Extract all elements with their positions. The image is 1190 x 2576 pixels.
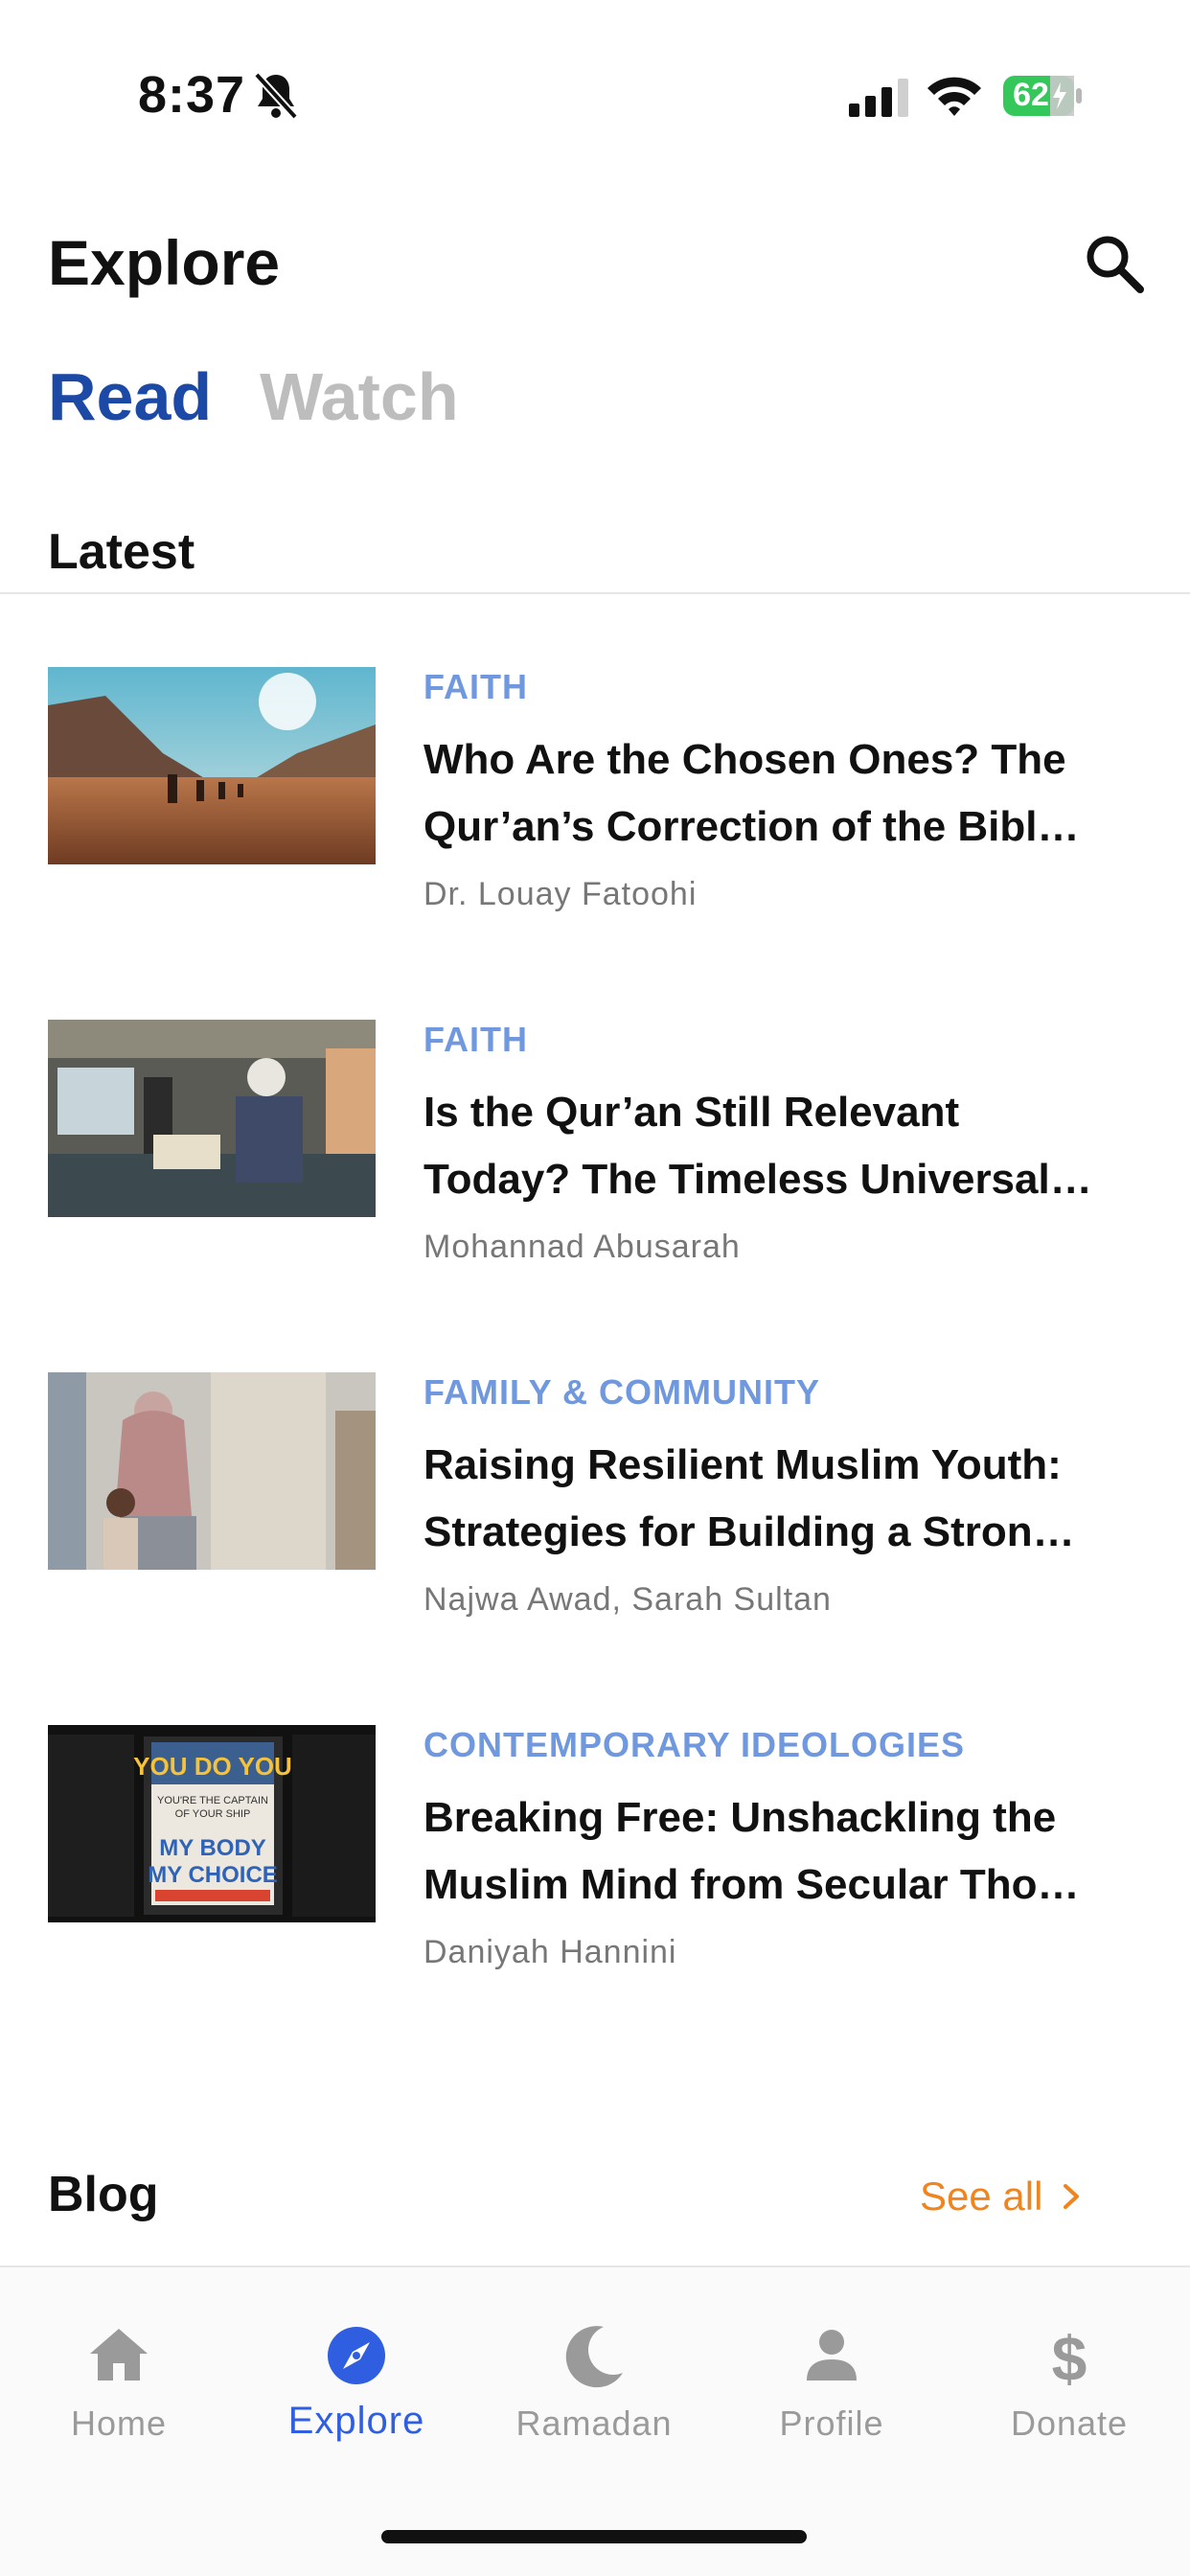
svg-text:$: $ (1052, 2323, 1087, 2390)
person-icon (807, 2330, 857, 2380)
battery-level: 62 (1013, 77, 1049, 113)
tab-read[interactable]: Read (48, 358, 212, 435)
poster-text-4: MY BODY (159, 1835, 266, 1861)
nav-ramadan[interactable]: Ramadan (475, 2321, 713, 2444)
search-icon[interactable] (1081, 230, 1148, 297)
chevron-right-icon (1064, 2184, 1080, 2209)
dollar-icon: $ (1052, 2323, 1087, 2390)
home-icon (90, 2329, 148, 2380)
article-thumbnail (48, 1372, 376, 1570)
poster-text-2: YOU'RE THE CAPTAIN (157, 1795, 268, 1806)
bell-muted-icon (254, 72, 298, 120)
article-item[interactable]: FAITH Is the Qur’an Still Relevant Today… (0, 1020, 1190, 1346)
article-author: Daniyah Hannini (423, 1934, 677, 1970)
article-title: Raising Resilient Muslim Youth: Strategi… (423, 1441, 1075, 1555)
article-title: Breaking Free: Unshackling the Muslim Mi… (423, 1794, 1080, 1908)
article-thumbnail (48, 667, 376, 864)
nav-home[interactable]: Home (0, 2321, 238, 2444)
home-indicator (381, 2530, 807, 2543)
page-title: Explore (48, 227, 281, 298)
compass-icon (328, 2327, 385, 2384)
nav-profile[interactable]: Profile (713, 2321, 950, 2444)
status-time: 8:37 (138, 66, 246, 124)
article-title: Who Are the Chosen Ones? The Qur’an’s Co… (423, 736, 1080, 850)
article-author: Mohannad Abusarah (423, 1229, 741, 1265)
article-category: FAITH (423, 1020, 528, 1059)
nav-label: Profile (779, 2404, 884, 2443)
read-watch-tabs: Read Watch (48, 358, 459, 435)
article-category: FAMILY & COMMUNITY (423, 1372, 821, 1412)
article-author: Dr. Louay Fatoohi (423, 876, 698, 912)
nav-label: Donate (1010, 2404, 1129, 2443)
article-author: Najwa Awad, Sarah Sultan (423, 1581, 832, 1618)
nav-explore[interactable]: Explore (238, 2321, 475, 2443)
article-item[interactable]: YOU DO YOU YOU'RE THE CAPTAIN OF YOUR SH… (0, 1725, 1190, 2051)
see-all-label: See all (920, 2174, 1043, 2219)
article-category: FAITH (423, 667, 528, 706)
article-title: Is the Qur’an Still Relevant Today? The … (423, 1089, 1092, 1203)
see-all-link[interactable]: See all (920, 2174, 1083, 2220)
section-title-blog: Blog (48, 2167, 159, 2222)
article-thumbnail: YOU DO YOU YOU'RE THE CAPTAIN OF YOUR SH… (48, 1725, 376, 1922)
tab-watch[interactable]: Watch (260, 358, 458, 435)
article-item[interactable]: FAITH Who Are the Chosen Ones? The Qur’a… (0, 667, 1190, 993)
article-category: CONTEMPORARY IDEOLOGIES (423, 1725, 966, 1764)
article-item[interactable]: FAMILY & COMMUNITY Raising Resilient Mus… (0, 1372, 1190, 1698)
nav-label: Explore (287, 2400, 425, 2442)
poster-text-5: MY CHOICE (148, 1862, 278, 1888)
nav-donate[interactable]: $ Donate (950, 2321, 1188, 2444)
poster-text-1: YOU DO YOU (133, 1752, 292, 1781)
poster-text-3: OF YOUR SHIP (175, 1808, 251, 1820)
status-bar: 8:37 62 (0, 0, 1190, 192)
nav-label: Ramadan (515, 2404, 673, 2443)
article-thumbnail (48, 1020, 376, 1217)
divider (0, 592, 1190, 594)
moon-icon (565, 2326, 623, 2388)
section-title-latest: Latest (48, 524, 195, 580)
cellular-signal-icon (849, 79, 908, 117)
nav-label: Home (70, 2404, 168, 2443)
wifi-icon (927, 77, 981, 116)
